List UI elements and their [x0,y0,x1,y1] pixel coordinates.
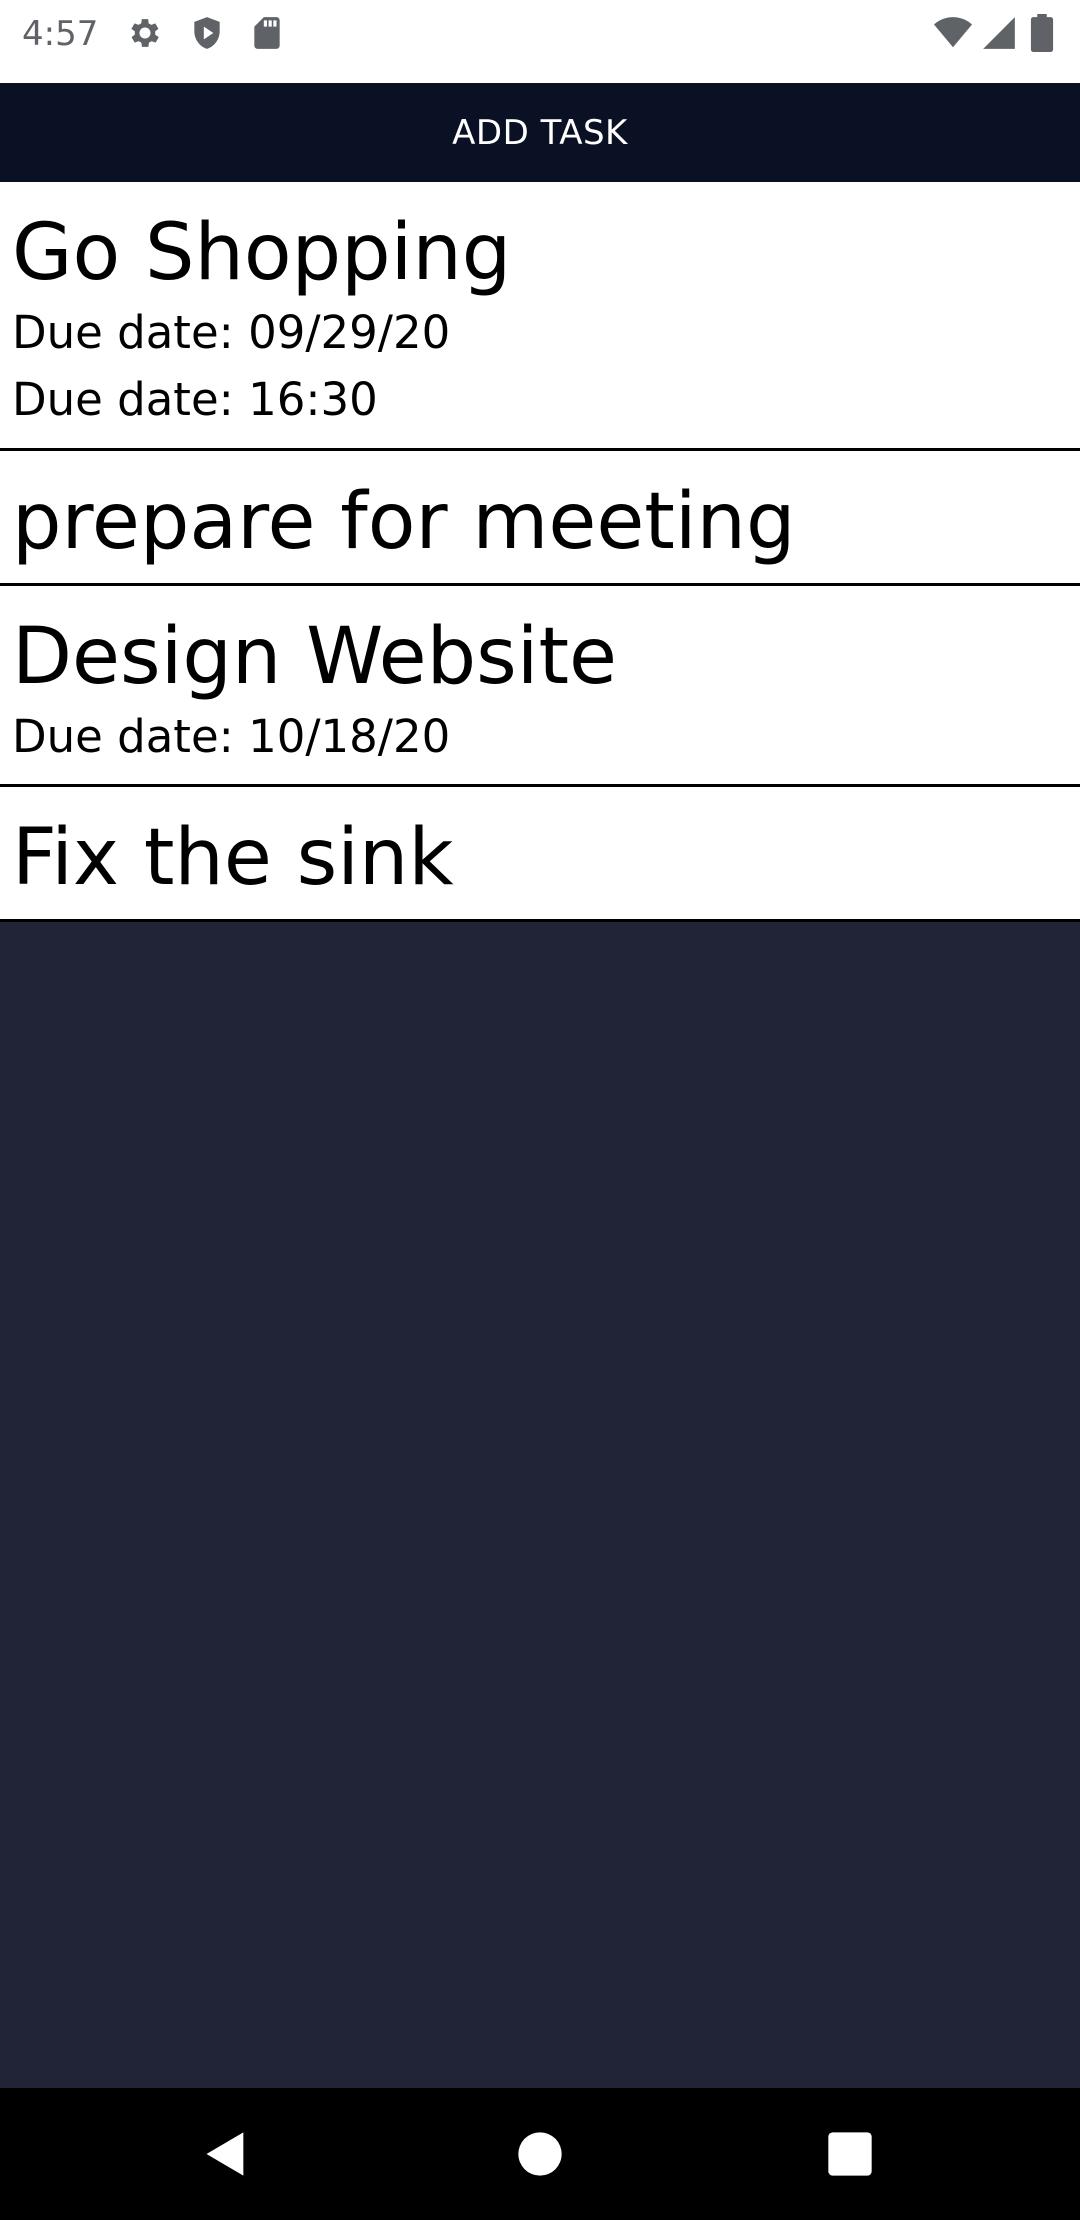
task-item[interactable]: Design Website Due date: 10/18/20 [0,586,1080,787]
task-due-date: Due date: 10/18/20 [12,710,451,763]
back-icon[interactable] [200,2128,252,2180]
battery-icon [1028,14,1056,52]
navigation-bar [0,2088,1080,2220]
task-title: Fix the sink [12,813,454,903]
status-bar: 4:57 [0,0,1080,82]
home-icon[interactable] [514,2128,566,2180]
task-title: Design Website [12,612,618,702]
empty-list-area [0,922,1080,2088]
add-task-button[interactable]: ADD TASK [0,83,1080,182]
wifi-icon [934,14,972,52]
task-item[interactable]: Fix the sink [0,787,1080,922]
recents-icon[interactable] [824,2128,876,2180]
task-list: Go Shopping Due date: 09/29/20 Due date:… [0,182,1080,922]
shield-icon [188,14,226,52]
task-due-time: Due date: 16:30 [12,373,378,426]
status-time: 4:57 [22,14,99,54]
task-title: Go Shopping [12,208,512,298]
settings-icon [126,14,164,52]
task-item[interactable]: Go Shopping Due date: 09/29/20 Due date:… [0,182,1080,451]
sd-card-icon [248,14,286,52]
signal-icon [980,14,1018,52]
task-item[interactable]: prepare for meeting [0,451,1080,586]
task-title: prepare for meeting [12,477,796,567]
task-due-date: Due date: 09/29/20 [12,306,451,359]
